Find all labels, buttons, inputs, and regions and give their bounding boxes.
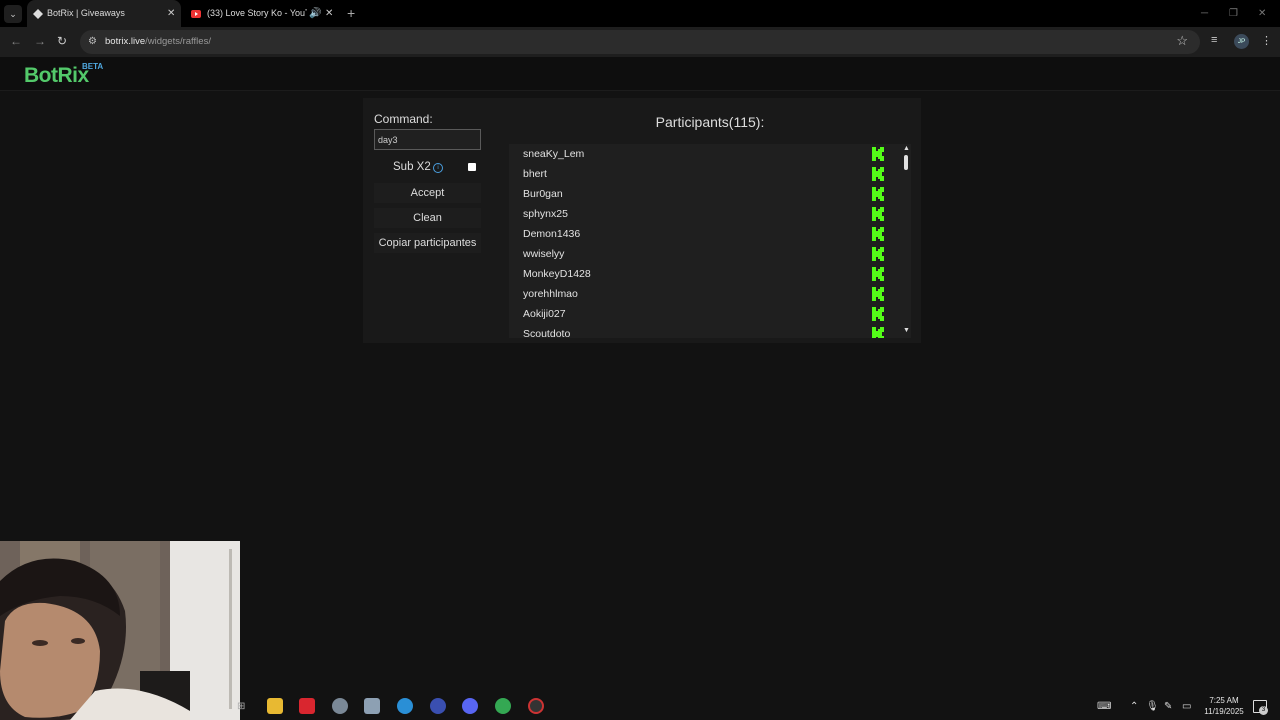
list-item: yorehhlmao	[509, 284, 901, 304]
scroll-down-icon[interactable]: ▼	[903, 327, 910, 334]
audio-playing-icon[interactable]: 🔊	[309, 0, 321, 27]
clock-time: 7:25 AM	[1209, 696, 1239, 705]
webcam-overlay	[0, 541, 240, 720]
kick-icon	[872, 327, 884, 338]
taskbar: ⊞ ⌨ ⌃ 🎙 ✎ ▭	[237, 693, 1280, 720]
settings-app-icon[interactable]	[332, 698, 348, 714]
clock-date: 11/19/2025	[1204, 707, 1244, 716]
scroll-thumb[interactable]	[904, 155, 908, 170]
participants-title: Participants(115):	[655, 114, 765, 130]
keyboard-icon[interactable]: ⌨	[1097, 693, 1111, 720]
botrix-favicon-icon	[33, 9, 43, 19]
list-item: bhert	[509, 164, 901, 184]
show-hidden-icons-chevron-icon[interactable]: ⌃	[1130, 693, 1138, 720]
close-tab-icon[interactable]: ✕	[325, 0, 333, 27]
kick-icon	[872, 207, 884, 221]
wps-office-icon[interactable]	[299, 698, 315, 714]
scroll-up-icon[interactable]: ▲	[903, 145, 910, 152]
participants-scrollbar[interactable]: ▲ ▼	[901, 144, 911, 338]
botrix-logo[interactable]: BotRix	[24, 64, 89, 88]
minimize-icon[interactable]: ─	[1201, 0, 1208, 27]
command-label: Command:	[374, 112, 433, 126]
tab-youtube[interactable]: (33) Love Story Ko - YouTube 🔊 ✕	[185, 0, 340, 27]
list-item: Bur0gan	[509, 184, 901, 204]
obs-recording-icon[interactable]	[528, 698, 544, 714]
kick-icon	[872, 267, 884, 281]
beta-badge: BETA	[82, 62, 104, 71]
url-text: botrix.live/widgets/raffles/	[105, 36, 211, 47]
tab-search-button[interactable]: ⌄	[4, 5, 22, 23]
list-item: Aokiji027	[509, 304, 901, 324]
browser-toolbar: ← → ↻ ⚙ botrix.live/widgets/raffles/ ☆ ≡…	[0, 27, 1280, 57]
discord-icon[interactable]	[462, 698, 478, 714]
list-item: sneaKy_Lem	[509, 144, 901, 164]
kick-icon	[872, 227, 884, 241]
tab-botrix[interactable]: BotRix | Giveaways ✕	[27, 0, 181, 27]
command-input[interactable]	[374, 129, 481, 150]
kick-icon	[872, 187, 884, 201]
info-icon[interactable]: i	[433, 163, 443, 173]
pen-icon[interactable]: ✎	[1164, 693, 1172, 720]
notification-count-badge: 3	[1259, 706, 1268, 715]
browser-tab-bar: ⌄ BotRix | Giveaways ✕ (33) Love Story K…	[0, 0, 1280, 27]
site-info-icon[interactable]: ⚙	[88, 36, 97, 47]
kick-icon	[872, 147, 884, 161]
reload-icon[interactable]: ↻	[57, 34, 67, 48]
close-window-icon[interactable]: ✕	[1258, 0, 1266, 27]
kick-icon	[872, 307, 884, 321]
media-control-icon[interactable]: ≡	[1211, 34, 1217, 46]
participants-list[interactable]: sneaKy_Lem bhert Bur0gan sphynx25 Demon1…	[509, 144, 901, 338]
task-view-icon[interactable]: ⊞	[237, 693, 245, 720]
sub-x2-label: Sub X2	[393, 161, 431, 173]
new-tab-button[interactable]: +	[347, 0, 355, 27]
list-item: Demon1436	[509, 224, 901, 244]
webcam-person-image	[0, 541, 240, 720]
file-explorer-icon[interactable]	[267, 698, 283, 714]
list-item: wwiselyy	[509, 244, 901, 264]
profile-avatar[interactable]: JP	[1234, 34, 1249, 49]
forward-icon[interactable]: →	[34, 34, 46, 48]
restore-icon[interactable]: ❐	[1229, 0, 1238, 27]
chrome-icon[interactable]	[489, 693, 517, 719]
kick-icon	[872, 167, 884, 181]
youtube-favicon-icon	[191, 10, 201, 18]
address-bar[interactable]: ⚙ botrix.live/widgets/raffles/ ☆	[80, 30, 1200, 54]
menu-kebab-icon[interactable]: ⋮	[1261, 34, 1272, 47]
app-icon[interactable]	[430, 698, 446, 714]
calculator-icon[interactable]	[364, 698, 380, 714]
site-header: BotRix BETA	[0, 57, 1280, 91]
close-tab-icon[interactable]: ✕	[167, 0, 175, 27]
network-icon[interactable]: ▭	[1182, 693, 1191, 720]
taskbar-clock[interactable]: 7:25 AM 11/19/2025	[1199, 695, 1249, 717]
kick-icon	[872, 287, 884, 301]
edge-browser-icon[interactable]	[397, 698, 413, 714]
tab-title: BotRix | Giveaways	[47, 8, 125, 18]
sub-x2-checkbox[interactable]	[468, 163, 476, 171]
back-icon[interactable]: ←	[10, 34, 22, 48]
copy-participants-button[interactable]: Copiar participantes	[374, 233, 481, 253]
list-item: Scoutdoto	[509, 324, 901, 338]
tab-title: (33) Love Story Ko - YouTube	[207, 8, 307, 18]
microphone-icon[interactable]: 🎙	[1146, 693, 1159, 720]
list-item: sphynx25	[509, 204, 901, 224]
kick-icon	[872, 247, 884, 261]
bookmark-star-icon[interactable]: ☆	[1176, 33, 1188, 49]
list-item: MonkeyD1428	[509, 264, 901, 284]
clean-button[interactable]: Clean	[374, 208, 481, 228]
accept-button[interactable]: Accept	[374, 183, 481, 203]
